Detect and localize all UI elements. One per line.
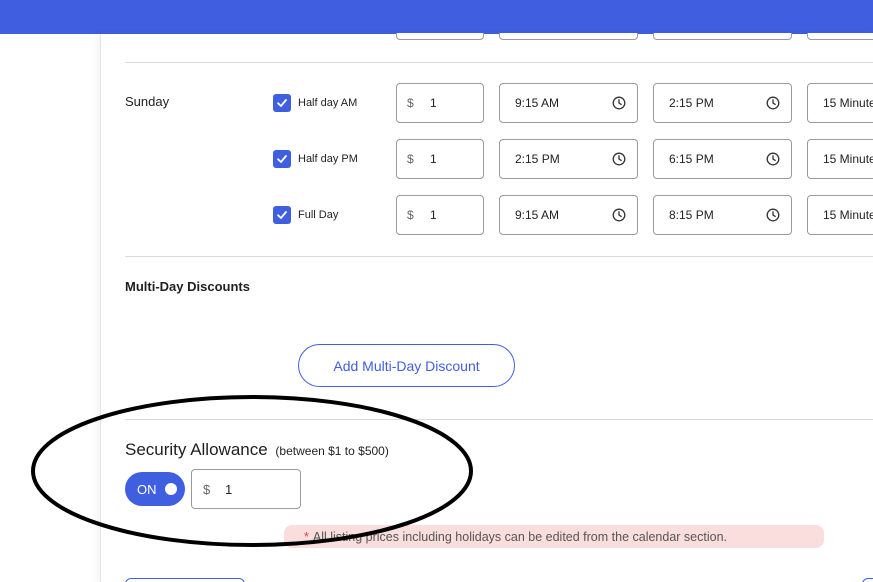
security-allowance-toggle[interactable]: ON	[125, 472, 185, 506]
half-day-pm-checkbox[interactable]	[273, 150, 291, 168]
security-allowance-label: Security Allowance	[125, 440, 268, 459]
bottom-right-button-partial[interactable]	[862, 578, 873, 582]
interval-value: 15 Minute	[823, 208, 873, 222]
security-allowance-title: Security Allowance (between $1 to $500)	[125, 440, 389, 460]
prev-row-interval-field[interactable]	[807, 33, 873, 40]
multi-day-discounts-title: Multi-Day Discounts	[125, 279, 250, 294]
price-value: 1	[430, 152, 437, 166]
clock-icon[interactable]	[766, 208, 780, 222]
currency-symbol: $	[407, 152, 414, 166]
currency-symbol: $	[203, 481, 211, 497]
check-icon	[277, 211, 287, 219]
prev-row-start-time-field[interactable]	[499, 33, 638, 40]
start-time-value: 9:15 AM	[515, 96, 560, 110]
calendar-notice: * All listing prices including holidays …	[284, 525, 824, 548]
price-value: 1	[430, 96, 437, 110]
currency-symbol: $	[407, 208, 414, 222]
full-day-label: Full Day	[298, 209, 339, 221]
security-allowance-value: 1	[225, 481, 233, 497]
interval-value: 15 Minute	[823, 152, 873, 166]
start-time-value: 9:15 AM	[515, 208, 560, 222]
prev-row-price-field[interactable]	[396, 33, 484, 40]
bottom-button-partial[interactable]	[125, 578, 245, 582]
clock-icon[interactable]	[766, 96, 780, 110]
half-day-am-label: Half day AM	[298, 97, 358, 109]
full-day-start-time-field[interactable]: 9:15 AM	[499, 195, 638, 235]
half-day-pm-end-time-field[interactable]: 6:15 PM	[653, 139, 792, 179]
full-day-checkbox[interactable]	[273, 206, 291, 224]
full-day-interval-select[interactable]: 15 Minute	[807, 195, 873, 235]
clock-icon[interactable]	[612, 96, 626, 110]
half-day-pm-price-field[interactable]: $ 1	[396, 139, 484, 179]
add-multi-day-discount-button[interactable]: Add Multi-Day Discount	[298, 344, 515, 387]
end-time-value: 2:15 PM	[669, 96, 714, 110]
half-day-am-end-time-field[interactable]: 2:15 PM	[653, 83, 792, 123]
divider	[125, 62, 873, 63]
half-day-am-interval-select[interactable]: 15 Minute	[807, 83, 873, 123]
full-day-end-time-field[interactable]: 8:15 PM	[653, 195, 792, 235]
check-icon	[277, 155, 287, 163]
price-value: 1	[430, 208, 437, 222]
security-allowance-input[interactable]: $ 1	[191, 469, 301, 509]
half-day-pm-interval-select[interactable]: 15 Minute	[807, 139, 873, 179]
end-time-value: 8:15 PM	[669, 208, 714, 222]
clock-icon[interactable]	[766, 152, 780, 166]
currency-symbol: $	[407, 96, 414, 110]
half-day-am-price-field[interactable]: $ 1	[396, 83, 484, 123]
interval-value: 15 Minute	[823, 96, 873, 110]
day-label-sunday: Sunday	[125, 94, 170, 109]
notice-asterisk: *	[304, 529, 309, 544]
toggle-knob	[165, 483, 177, 495]
divider	[125, 256, 873, 257]
half-day-pm-start-time-field[interactable]: 2:15 PM	[499, 139, 638, 179]
half-day-pm-label: Half day PM	[298, 153, 358, 165]
end-time-value: 6:15 PM	[669, 152, 714, 166]
notice-text: All listing prices including holidays ca…	[312, 529, 727, 544]
top-bar	[0, 0, 873, 34]
toggle-label: ON	[137, 481, 157, 497]
divider	[125, 419, 873, 420]
check-icon	[277, 99, 287, 107]
half-day-am-start-time-field[interactable]: 9:15 AM	[499, 83, 638, 123]
prev-row-end-time-field[interactable]	[653, 33, 792, 40]
security-allowance-range: (between $1 to $500)	[275, 444, 389, 458]
full-day-price-field[interactable]: $ 1	[396, 195, 484, 235]
half-day-am-checkbox[interactable]	[273, 94, 291, 112]
clock-icon[interactable]	[612, 152, 626, 166]
clock-icon[interactable]	[612, 208, 626, 222]
start-time-value: 2:15 PM	[515, 152, 560, 166]
